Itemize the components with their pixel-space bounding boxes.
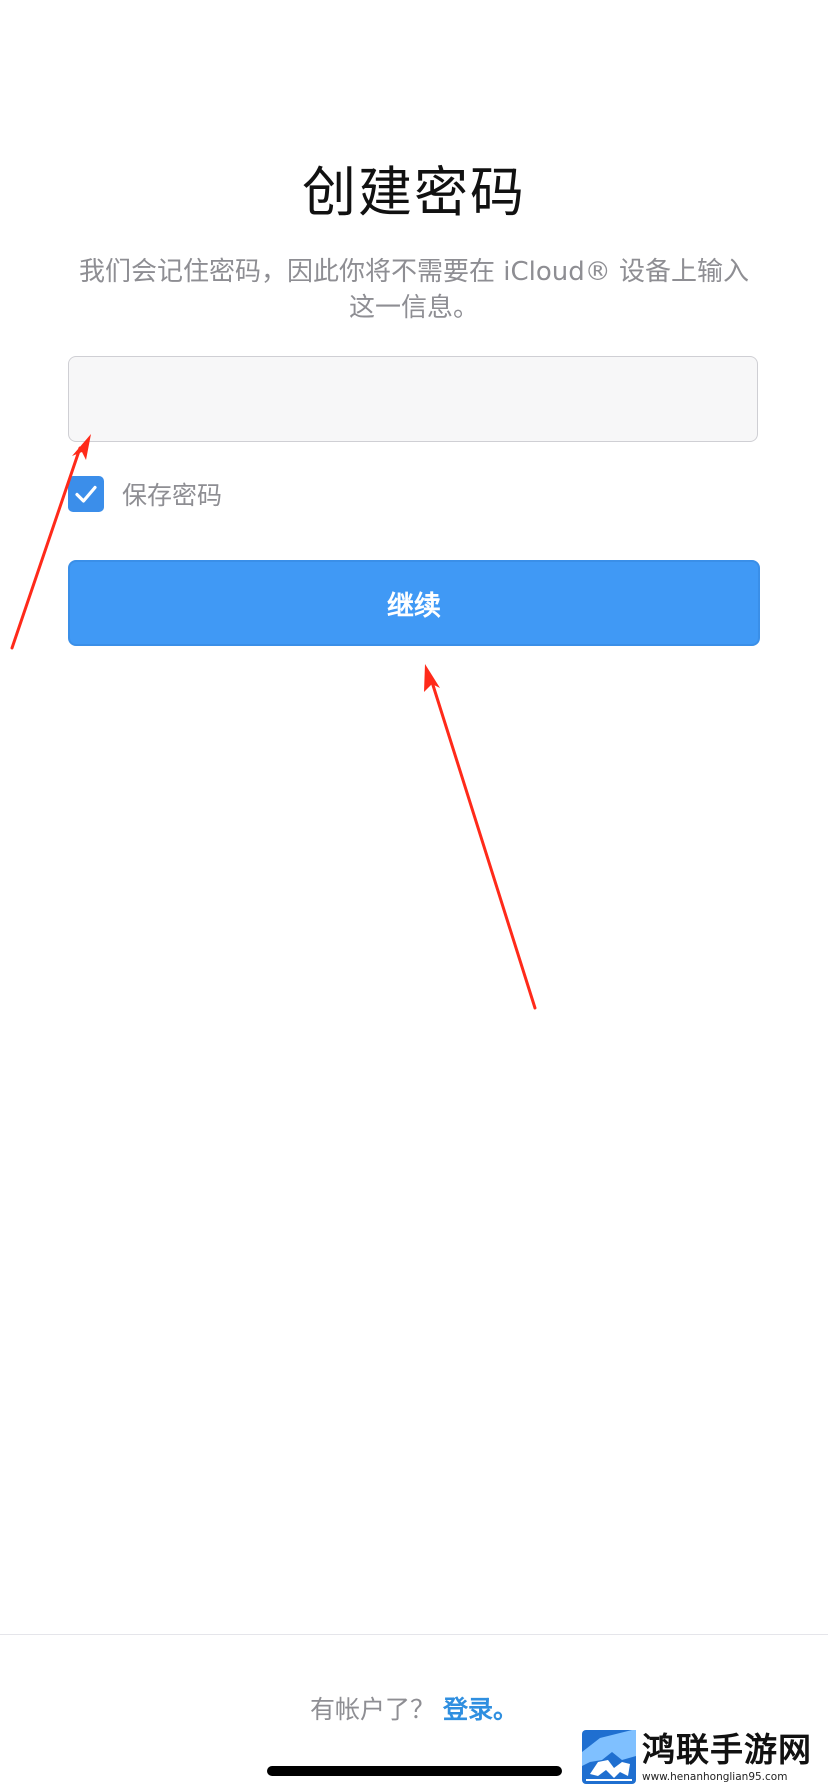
horse-logo-icon [582, 1730, 636, 1784]
login-link[interactable]: 登录。 [443, 1695, 518, 1724]
save-password-checkbox[interactable] [68, 476, 104, 512]
password-input[interactable] [68, 356, 758, 442]
annotation-arrow-button [424, 664, 537, 1010]
continue-button[interactable]: 继续 [68, 560, 760, 646]
save-password-row[interactable]: 保存密码 [68, 474, 222, 514]
home-indicator[interactable] [267, 1766, 562, 1776]
footer-divider [0, 1634, 828, 1635]
footer-sign-in: 有帐户了？ 登录。 [0, 1693, 828, 1727]
checkmark-icon [75, 485, 97, 503]
watermark-name: 鸿联手游网 [642, 1730, 812, 1769]
watermark-url: www.henanhonglian95.com [642, 1771, 788, 1783]
page-title: 创建密码 [302, 161, 526, 224]
page-subtitle: 我们会记住密码，因此你将不需要在 iCloud® 设备上输入这一信息。 [78, 257, 750, 323]
save-password-label: 保存密码 [122, 481, 223, 510]
watermark: 鸿联手游网 www.henanhonglian95.com [582, 1730, 828, 1786]
footer-prompt: 有帐户了？ [309, 1695, 435, 1724]
